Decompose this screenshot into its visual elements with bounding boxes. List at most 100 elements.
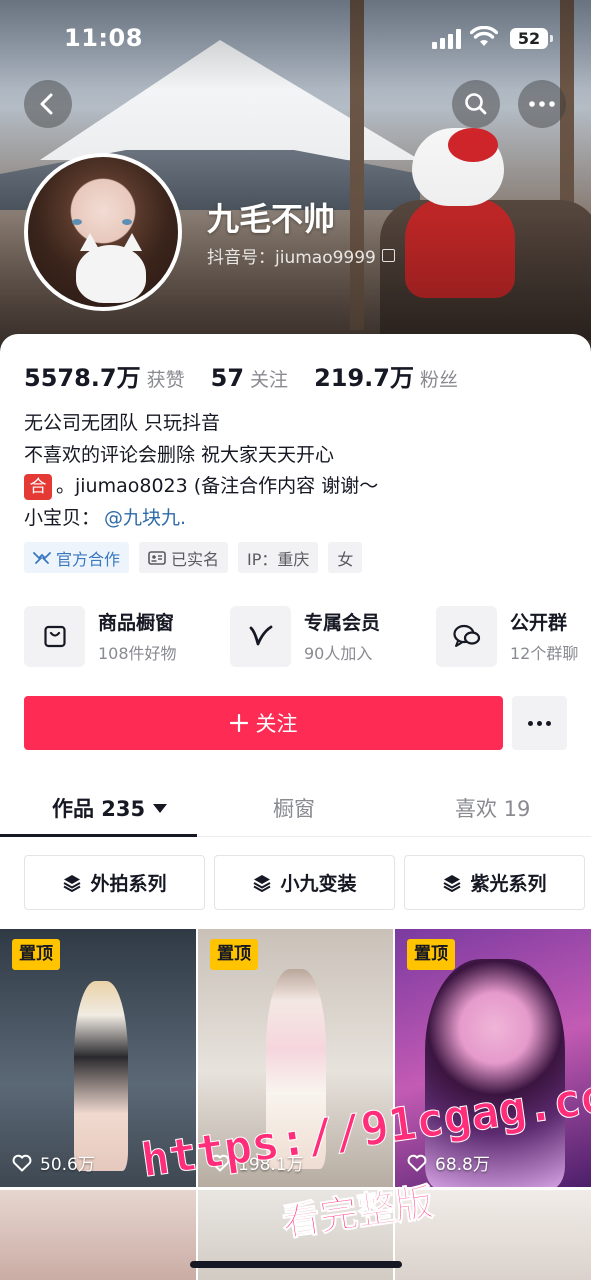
search-button[interactable] [452, 80, 500, 128]
collection-label: 小九变装 [280, 873, 357, 895]
layers-icon [443, 874, 461, 892]
tab-label: 橱窗 [273, 797, 315, 821]
thumbnail-figure [74, 981, 128, 1171]
plus-icon [229, 714, 248, 732]
feature-subtitle: 108件好物 [98, 644, 177, 663]
id-card-icon [148, 550, 166, 565]
video-thumbnail[interactable] [395, 1190, 591, 1280]
back-button[interactable] [24, 80, 72, 128]
chevron-left-icon [40, 93, 53, 115]
pinned-badge: 置顶 [12, 939, 60, 970]
video-grid: 置顶 50.6万 置顶 198.1万 置顶 68.8万 [0, 929, 591, 1280]
stat-following[interactable]: 57 关注 [211, 364, 288, 392]
content-tabs: 作品 235 橱窗 喜欢 19 [0, 779, 591, 837]
follow-more-button[interactable] [512, 696, 567, 750]
heart-icon [12, 1154, 32, 1171]
tag-label: 官方合作 [56, 549, 121, 569]
tab-works[interactable]: 作品 235 [52, 793, 168, 823]
feature-title: 公开群 [510, 612, 568, 634]
stat-label: 关注 [250, 369, 289, 391]
feature-entries: 商品橱窗 108件好物 专属会员 90人加入 公开群 12个群聊 [24, 604, 591, 668]
thumbnail-figure [266, 969, 326, 1169]
copy-icon[interactable] [381, 249, 395, 262]
avatar-eye [72, 219, 82, 225]
layers-icon [253, 874, 271, 892]
profile-nickname: 九毛不帅 [207, 200, 336, 238]
bio-line: 不喜欢的评论会删除 祝大家天天开心 [24, 443, 335, 466]
feature-title: 商品橱窗 [98, 612, 175, 634]
avatar[interactable] [24, 153, 182, 311]
profile-card: 5578.7万 获赞 57 关注 219.7万 粉丝 无公司无团队 只玩抖音 不… [0, 334, 591, 1280]
avatar-cat [76, 233, 146, 303]
feature-title: 专属会员 [304, 612, 381, 634]
tag-official-cooperation[interactable]: 官方合作 [24, 542, 130, 573]
battery-icon: 52 [510, 28, 553, 49]
feature-icon-box [230, 605, 291, 667]
tag-label: 女 [337, 549, 354, 569]
video-thumbnail[interactable]: 置顶 68.8万 [395, 929, 591, 1187]
video-likes: 50.6万 [12, 1150, 95, 1175]
more-dots-icon [528, 720, 533, 726]
collection-label: 外拍系列 [90, 873, 167, 895]
collection-chips: 外拍系列 小九变装 紫光系列 [24, 855, 585, 910]
bio-contact: 。jiumao8023 (备注合作内容 谢谢～ [56, 475, 379, 497]
video-likes: 68.8万 [407, 1150, 490, 1175]
tag-gender: 女 [328, 542, 363, 573]
feature-group-chat[interactable]: 公开群 12个群聊 [436, 604, 578, 668]
heart-icon [407, 1154, 427, 1171]
tag-verified: 已实名 [139, 542, 229, 573]
pinned-badge: 置顶 [407, 939, 455, 970]
status-bar: 11:08 52 [0, 0, 591, 76]
v-member-icon [249, 625, 272, 646]
more-button[interactable] [518, 80, 566, 128]
chat-bubbles-icon [452, 624, 480, 647]
stat-likes[interactable]: 5578.7万 获赞 [24, 358, 185, 393]
tab-liked[interactable]: 喜欢 19 [455, 793, 530, 823]
bio: 无公司无团队 只玩抖音 不喜欢的评论会删除 祝大家天天开心 合 。jiumao8… [24, 408, 378, 534]
feature-subtitle: 90人加入 [304, 644, 373, 663]
follow-button[interactable]: 关注 [24, 696, 503, 750]
shopping-bag-icon [43, 625, 66, 648]
bio-mention-link[interactable]: @九块九. [104, 503, 186, 535]
bio-line: 无公司无团队 只玩抖音 [24, 412, 221, 434]
layers-icon [63, 874, 81, 892]
feature-membership[interactable]: 专属会员 90人加入 [230, 604, 380, 668]
collection-chip[interactable]: 小九变装 [214, 855, 395, 910]
stat-value: 5578.7万 [24, 364, 141, 392]
douyin-id[interactable]: 抖音号：jiumao9999 [207, 243, 395, 268]
tab-active-indicator [0, 834, 197, 837]
tab-showcase[interactable]: 橱窗 [273, 793, 315, 823]
bio-mention-prefix: 小宝贝： [24, 506, 101, 529]
wifi-icon [470, 26, 498, 46]
pinned-badge: 置顶 [210, 939, 258, 970]
douyin-id-text: 抖音号：jiumao9999 [207, 248, 376, 268]
home-indicator [190, 1261, 402, 1268]
stat-label: 粉丝 [419, 369, 458, 391]
caret-down-icon[interactable] [153, 803, 168, 813]
tag-label: IP：重庆 [247, 549, 310, 569]
collection-label: 紫光系列 [470, 873, 547, 895]
stat-followers[interactable]: 219.7万 粉丝 [314, 358, 458, 393]
stat-value: 219.7万 [314, 364, 414, 392]
bio-line: 小宝贝： @九块九. [24, 503, 378, 535]
tab-label: 作品 235 [52, 797, 146, 821]
video-thumbnail[interactable]: 置顶 50.6万 [0, 929, 196, 1187]
more-dots-icon [537, 720, 542, 726]
bio-line: 合 。jiumao8023 (备注合作内容 谢谢～ [24, 471, 378, 503]
collection-chip[interactable]: 紫光系列 [404, 855, 585, 910]
video-likes: 198.1万 [210, 1150, 304, 1175]
feature-icon-box [436, 605, 497, 667]
search-icon [465, 93, 487, 115]
feature-shop-window[interactable]: 商品橱窗 108件好物 [24, 604, 177, 668]
status-time: 11:08 [64, 24, 143, 52]
more-dots-icon [546, 720, 551, 726]
video-thumbnail[interactable] [0, 1190, 196, 1280]
collection-chip[interactable]: 外拍系列 [24, 855, 205, 910]
follow-button-label: 关注 [255, 712, 298, 736]
heart-icon [210, 1154, 230, 1171]
stat-value: 57 [210, 364, 245, 392]
video-likes-count: 198.1万 [238, 1155, 304, 1175]
handshake-icon [33, 551, 51, 564]
video-thumbnail[interactable]: 置顶 198.1万 [198, 929, 393, 1187]
profile-tags: 官方合作 已实名 IP：重庆 女 [24, 542, 363, 573]
